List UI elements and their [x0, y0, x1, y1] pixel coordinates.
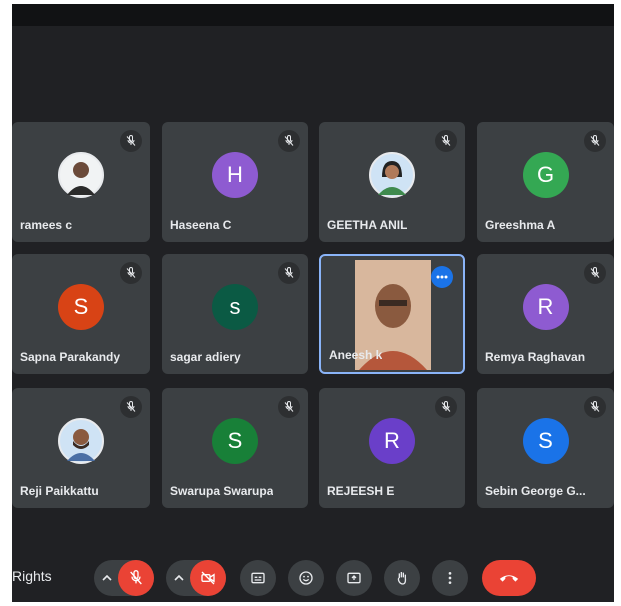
control-bar: Rights [12, 552, 614, 602]
mic-muted-icon [584, 396, 606, 418]
mic-muted-icon [278, 262, 300, 284]
participant-name: REJEESH E [327, 484, 395, 498]
mic-muted-icon [278, 396, 300, 418]
participant-tile[interactable]: ramees c [12, 122, 150, 242]
participant-avatar: S [212, 418, 258, 464]
participant-name: Greeshma A [485, 218, 556, 232]
participant-avatar: R [369, 418, 415, 464]
camera-off-button[interactable] [190, 560, 226, 596]
participant-avatar: s [212, 284, 258, 330]
participant-avatar [58, 418, 104, 464]
mic-muted-icon [278, 130, 300, 152]
participant-name: Sapna Parakandy [20, 350, 121, 364]
mic-muted-icon [435, 396, 457, 418]
participant-avatar [58, 152, 104, 198]
hang-up-icon [499, 575, 519, 582]
more-vert-icon [448, 572, 452, 584]
present-button[interactable] [336, 560, 372, 596]
participant-name: Sebin George G... [485, 484, 586, 498]
participant-name: Aneesh k [329, 348, 383, 362]
mic-muted-icon [435, 130, 457, 152]
mic-muted-icon [120, 130, 142, 152]
participant-tile[interactable]: S Sapna Parakandy [12, 254, 150, 374]
participant-name: Haseena C [170, 218, 232, 232]
participant-name: sagar adiery [170, 350, 241, 364]
participant-avatar: G [522, 152, 569, 198]
participant-tile[interactable]: S Sebin George G... [477, 388, 614, 508]
participant-tile[interactable]: R REJEESH E [319, 388, 465, 508]
participant-avatar: S [522, 418, 569, 464]
meeting-label: Rights [12, 568, 52, 584]
mic-muted-icon [584, 130, 606, 152]
mic-off-icon [130, 570, 142, 585]
top-bar [12, 4, 614, 26]
chevron-up-icon[interactable] [168, 560, 190, 596]
participant-name: GEETHA ANIL [327, 218, 408, 232]
participant-tile[interactable]: G Greeshma A [477, 122, 614, 242]
participant-name: Remya Raghavan [485, 350, 586, 364]
more-options-button[interactable] [432, 560, 468, 596]
raise-hand-button[interactable] [384, 560, 420, 596]
mic-off-button[interactable] [118, 560, 154, 596]
participant-avatar: R [522, 284, 569, 330]
participant-tile-active-speaker[interactable]: Aneesh k [319, 254, 465, 374]
emoji-button[interactable] [288, 560, 324, 596]
emoji-icon [299, 571, 313, 585]
more-options-icon[interactable] [431, 266, 453, 288]
participant-avatar: H [212, 152, 258, 198]
captions-icon [251, 572, 265, 584]
mic-muted-icon [584, 262, 606, 284]
chevron-up-icon[interactable] [96, 560, 118, 596]
participant-name: Reji Paikkattu [20, 484, 99, 498]
raise-hand-icon [397, 572, 407, 585]
mic-muted-icon [120, 262, 142, 284]
participant-name: ramees c [20, 218, 73, 232]
meeting-screen: ramees c H Haseena C GEETHA ANIL G Grees… [12, 4, 614, 602]
participant-tile[interactable]: GEETHA ANIL [319, 122, 465, 242]
captions-button[interactable] [240, 560, 276, 596]
participant-tile[interactable]: s sagar adiery [162, 254, 308, 374]
participant-avatar [369, 152, 415, 198]
mic-muted-icon [120, 396, 142, 418]
camera-off-icon [201, 571, 215, 585]
participant-tile[interactable]: H Haseena C [162, 122, 308, 242]
participant-tile[interactable]: R Remya Raghavan [477, 254, 614, 374]
participant-tile[interactable]: Reji Paikkattu [12, 388, 150, 508]
present-icon [347, 572, 361, 584]
participant-name: Swarupa Swarupa [170, 484, 274, 498]
participant-avatar: S [58, 284, 104, 330]
hang-up-button[interactable] [482, 560, 536, 596]
participant-tile[interactable]: S Swarupa Swarupa [162, 388, 308, 508]
